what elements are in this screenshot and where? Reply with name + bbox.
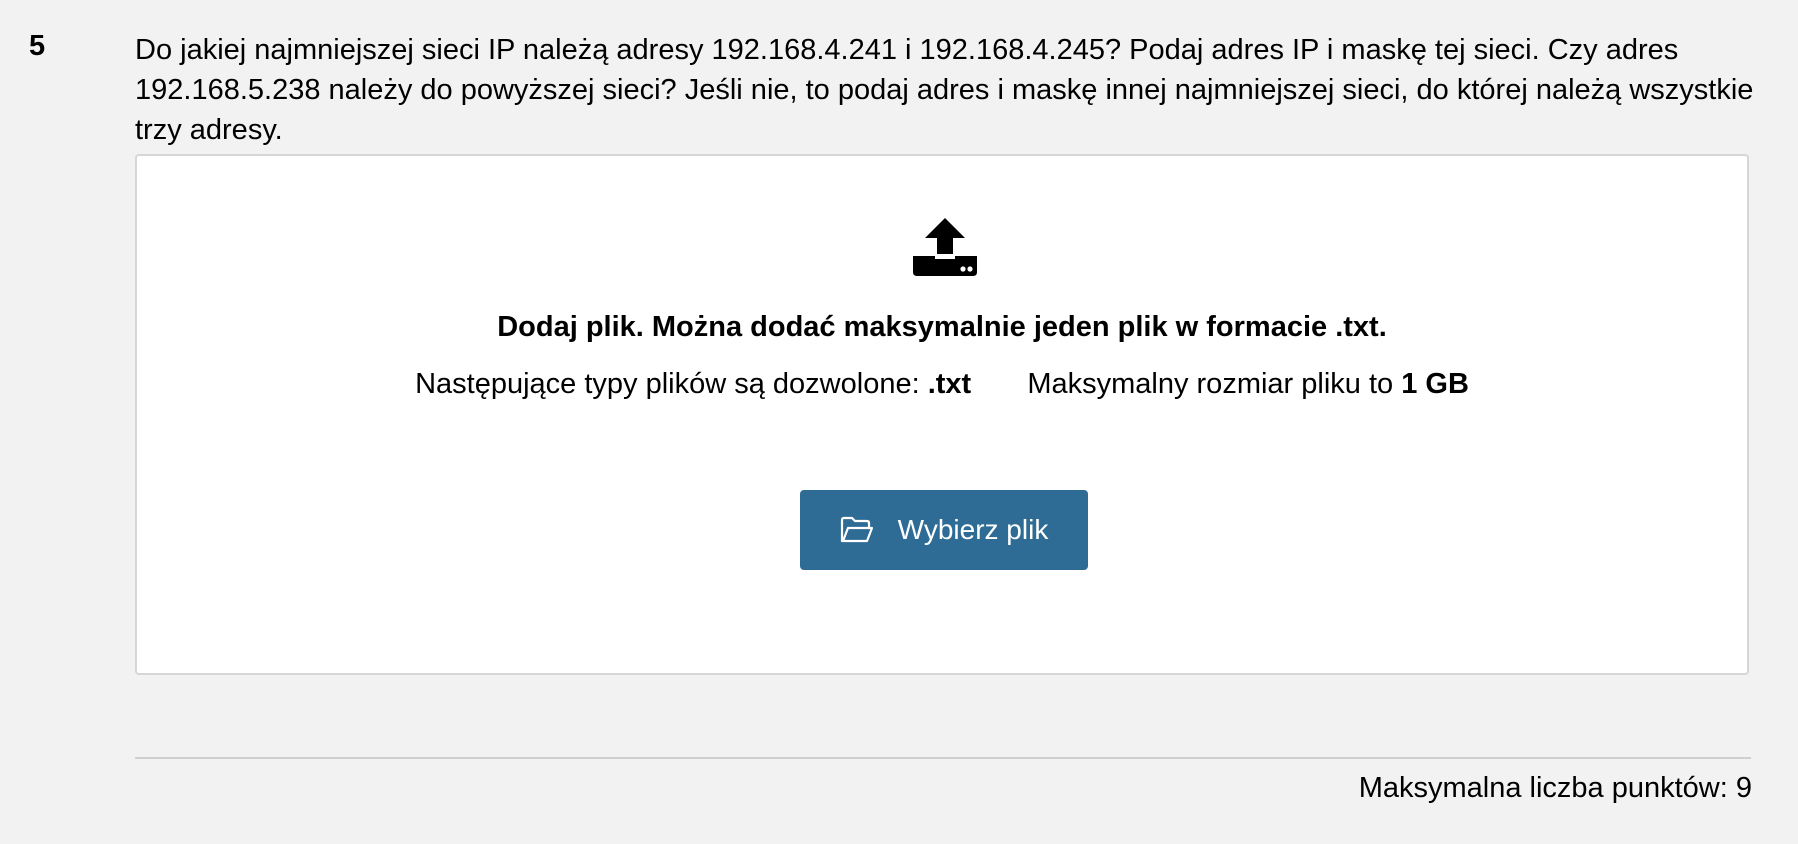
upload-restrictions: Następujące typy plików są dozwolone: .t…: [137, 368, 1747, 401]
question-text: Do jakiej najmniejszej sieci IP należą a…: [135, 34, 1754, 146]
question-page: 5 Do jakiej najmniejszej sieci IP należą…: [0, 0, 1798, 844]
upload-title: Dodaj plik. Można dodać maksymalnie jede…: [497, 311, 1387, 343]
allowed-types-value: .txt: [927, 368, 972, 400]
choose-file-label: Wybierz plik: [897, 514, 1049, 545]
max-size-value: 1 GB: [1401, 368, 1469, 400]
divider: [135, 757, 1751, 759]
allowed-types-label: Następujące typy plików są dozwolone:: [415, 368, 920, 400]
question-number: 5: [29, 30, 46, 62]
file-upload-dropzone[interactable]: Dodaj plik. Można dodać maksymalnie jede…: [135, 154, 1749, 675]
max-points: Maksymalna liczba punktów: 9: [1358, 772, 1752, 804]
max-size-label: Maksymalny rozmiar pliku to: [1027, 368, 1394, 400]
folder-open-icon: [840, 516, 873, 543]
choose-file-button[interactable]: Wybierz plik: [800, 490, 1088, 570]
upload-icon: [913, 218, 977, 276]
